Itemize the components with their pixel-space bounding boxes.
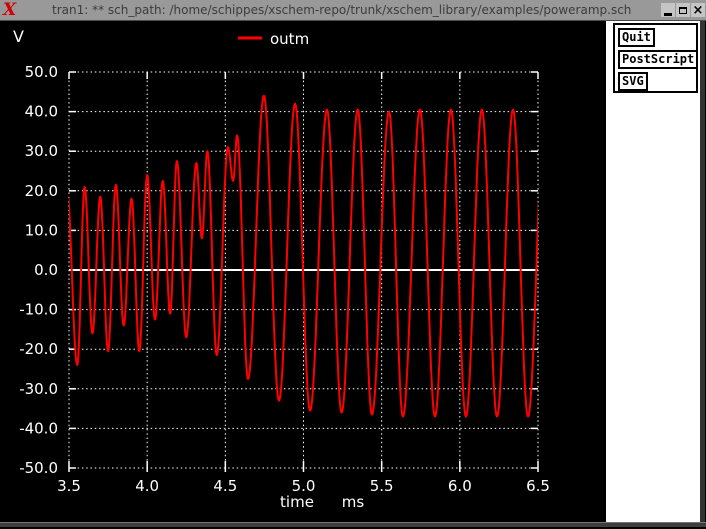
y-tick-label: -20.0 [19, 340, 58, 358]
side-panel: Quit PostScript SVG [604, 21, 702, 522]
minimize-button[interactable] [661, 3, 675, 17]
x-tick-label: 5.0 [292, 477, 316, 495]
maximize-icon [679, 6, 687, 14]
y-tick-label: 10.0 [25, 221, 58, 239]
y-tick-label: 20.0 [25, 182, 58, 200]
legend-label-outm: outm [270, 30, 309, 48]
x-tick-label: 6.0 [448, 477, 472, 495]
x-axis-label: time [280, 493, 314, 511]
window-title: tran1: ** sch_path: /home/schippes/xsche… [52, 3, 632, 17]
close-icon: × [692, 2, 704, 18]
xterm-x-logo-icon: X [3, 0, 17, 20]
ngspice-plot-window: X tran1: ** sch_path: /home/schippes/xsc… [0, 0, 706, 529]
y-tick-label: -40.0 [19, 419, 58, 437]
x-tick-label: 4.5 [213, 477, 237, 495]
y-axis-unit-label: V [13, 27, 24, 46]
x-tick-label: 3.5 [57, 477, 81, 495]
y-tick-label: 30.0 [25, 142, 58, 160]
close-button[interactable]: × [691, 3, 705, 17]
y-tick-label: 40.0 [25, 103, 58, 121]
x-tick-label: 6.5 [526, 477, 550, 495]
x-tick-label: 5.5 [370, 477, 394, 495]
postscript-button[interactable]: PostScript [618, 50, 699, 69]
y-tick-label: -30.0 [19, 380, 58, 398]
x-axis-unit-label: ms [342, 493, 365, 511]
y-tick-label: -50.0 [19, 459, 58, 477]
minimize-icon [664, 12, 672, 16]
window-bottom-border [0, 522, 706, 529]
quit-button[interactable]: Quit [618, 28, 655, 47]
maximize-button[interactable] [676, 3, 690, 17]
titlebar[interactable]: X tran1: ** sch_path: /home/schippes/xsc… [0, 0, 706, 21]
window-right-border [700, 21, 706, 522]
window-controls: × [661, 3, 705, 17]
y-tick-label: -10.0 [19, 301, 58, 319]
svg-button[interactable]: SVG [618, 72, 648, 91]
y-tick-label: 0.0 [34, 261, 58, 279]
trace-outm [69, 94, 538, 418]
y-tick-label: 50.0 [25, 63, 58, 81]
waveform-plot: Vtime ms outm 50.0 40.0 30.0 20.0 10.0 0.0 -10.0 -… [13, 27, 550, 511]
plot-button-box: Quit PostScript SVG [613, 23, 699, 93]
x-tick-label: 4.0 [135, 477, 159, 495]
